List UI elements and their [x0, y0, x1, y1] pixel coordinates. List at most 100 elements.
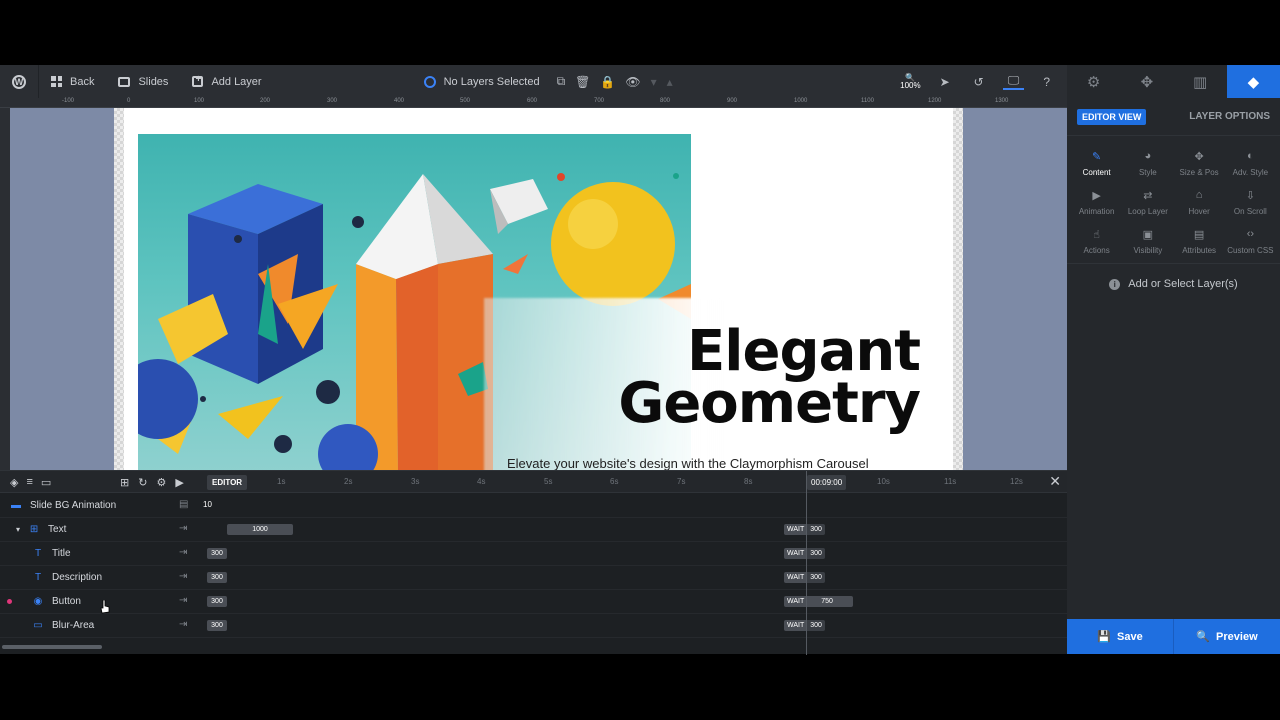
loop-icon[interactable]: ↻	[138, 476, 147, 489]
layers-tab[interactable]: ◆	[1226, 65, 1280, 98]
wordpress-button[interactable]: W	[0, 65, 38, 98]
slider-editor: W Back Slides Add Layer No Layers Select…	[0, 65, 1280, 655]
option-visibility[interactable]: ▣ Visibility	[1122, 228, 1173, 255]
empty-state: i Add or Select Layer(s)	[1067, 264, 1280, 290]
option-attributes[interactable]: ▤ Attributes	[1174, 228, 1225, 255]
add-layer-icon	[192, 74, 204, 87]
end-value: 300	[807, 548, 825, 559]
collapse-icon[interactable]: ⇥	[179, 595, 187, 606]
caret-down-icon[interactable]: ▾	[16, 525, 20, 534]
preview-button[interactable]: 🔍 Preview	[1173, 619, 1280, 654]
document-icon: ▤	[1193, 229, 1205, 241]
layers-icon[interactable]: ◈	[10, 476, 18, 489]
playhead[interactable]	[806, 471, 807, 655]
select-icon[interactable]: ⊞	[120, 476, 129, 489]
slide-tab[interactable]: ▥	[1174, 65, 1227, 98]
option-animation[interactable]: ▶ Animation	[1071, 189, 1122, 216]
option-adv-style[interactable]: ◐ Adv. Style	[1225, 150, 1276, 177]
desktop-icon[interactable]: 🖵	[1002, 73, 1025, 90]
slides-button[interactable]: Slides	[106, 65, 180, 98]
zoom-control[interactable]: 🔍 100%	[900, 73, 920, 90]
layer-row-text[interactable]: ▾ ⊞ Text ⇥ 1000 WAIT 300	[0, 518, 1067, 542]
hand-cursor-icon	[100, 600, 110, 614]
end-frame[interactable]: WAIT 300	[784, 572, 825, 583]
layer-row-description[interactable]: T Description ⇥ 300 WAIT 300	[0, 566, 1067, 590]
settings-tab[interactable]: ⚙	[1067, 65, 1120, 98]
empty-message: Add or Select Layer(s)	[1128, 278, 1238, 290]
layer-row-button[interactable]: ◉ Button ⇥ 300 WAIT 750	[0, 590, 1067, 614]
eye-icon[interactable]: 👁	[620, 75, 645, 89]
ruler-tick: 1300	[995, 98, 1009, 104]
option-on-scroll[interactable]: ⇩ On Scroll	[1225, 189, 1276, 216]
start-frame[interactable]: 300	[207, 596, 227, 607]
bg-row-toggle-icon[interactable]: ▤	[179, 499, 188, 510]
end-frame[interactable]: WAIT 300	[784, 620, 825, 631]
end-frame[interactable]: WAIT 300	[784, 524, 825, 535]
layer-row-title[interactable]: T Title ⇥ 300 WAIT 300	[0, 542, 1067, 566]
option-custom-css[interactable]: ‹› Custom CSS	[1225, 228, 1276, 255]
code-icon: ‹›	[1246, 228, 1255, 240]
search-icon: 🔍	[1196, 631, 1211, 643]
slide-canvas[interactable]: Elegant Geometry Elevate your website's …	[10, 108, 1067, 470]
editor-tag[interactable]: EDITOR	[207, 475, 248, 490]
layer-status: No Layers Selected	[443, 75, 540, 88]
back-button[interactable]: Back	[39, 65, 106, 98]
collapse-icon[interactable]: ⇥	[179, 571, 187, 582]
wait-label: WAIT	[784, 524, 808, 535]
horizontal-scrollbar[interactable]	[2, 645, 102, 649]
save-button[interactable]: 💾 Save	[1067, 619, 1173, 654]
settings-icon[interactable]: ⚙	[156, 476, 166, 489]
bg-animation-row[interactable]: ▬ Slide BG Animation ▤ 10	[0, 494, 1067, 518]
start-frame[interactable]: 300	[207, 572, 227, 583]
ruler-tick: 300	[327, 98, 338, 104]
option-label: Style	[1138, 168, 1157, 177]
slide-description[interactable]: Elevate your website's design with the C…	[507, 456, 869, 470]
layer-selector[interactable]: No Layers Selected	[412, 65, 552, 98]
option-content[interactable]: ✎ Content	[1071, 150, 1122, 177]
collapse-icon[interactable]: ⇥	[179, 619, 187, 630]
start-frame[interactable]: 300	[207, 548, 227, 559]
option-hover[interactable]: ⌂ Hover	[1174, 189, 1225, 216]
slides-label: Slides	[138, 75, 169, 88]
layer-options-panel: EDITOR VIEW LAYER OPTIONS ✎ Content ◕ Style…	[1067, 98, 1280, 654]
end-frame[interactable]: WAIT 300	[784, 548, 825, 559]
layer-options-title: LAYER OPTIONS	[1189, 111, 1270, 122]
pencil-icon: ✎	[1092, 151, 1102, 163]
layer-row-blur-area[interactable]: ▭ Blur-Area ⇥ 300 WAIT 300	[0, 614, 1067, 638]
ruler-tick: 100	[194, 98, 205, 104]
slide-headline[interactable]: Elegant Geometry	[618, 324, 921, 432]
chevron-down-icon[interactable]: ▾	[646, 75, 662, 89]
option-actions[interactable]: ☝ Actions	[1071, 228, 1122, 255]
lock-icon[interactable]: 🔒	[595, 75, 620, 89]
second-tick: 4s	[477, 477, 486, 486]
close-icon[interactable]: ✕	[1049, 473, 1061, 490]
collapse-icon[interactable]: ⇥	[179, 523, 187, 534]
start-frame[interactable]: 1000	[227, 524, 293, 535]
end-frame[interactable]: WAIT 750	[784, 596, 853, 607]
undo-icon[interactable]: ↺	[969, 75, 989, 89]
navigation-tab[interactable]: ✥	[1120, 65, 1173, 98]
play-icon[interactable]: ▶	[175, 476, 183, 489]
menu-icon[interactable]: ≡	[26, 476, 32, 489]
second-tick: 8s	[744, 477, 753, 486]
current-time[interactable]: 00:09:00	[807, 475, 847, 490]
option-loop-layer[interactable]: ⇄ Loop Layer	[1122, 189, 1173, 216]
collapse-icon[interactable]: ⇥	[179, 547, 187, 558]
ruler-tick: 1200	[928, 98, 942, 104]
layer-type-icon: T	[34, 572, 42, 583]
start-frame[interactable]: 300	[207, 620, 227, 631]
second-tick: 6s	[610, 477, 619, 486]
duplicate-icon[interactable]: ⧉	[552, 74, 571, 89]
delete-icon[interactable]: 🗑	[570, 75, 595, 89]
editor-view-badge[interactable]: EDITOR VIEW	[1077, 108, 1147, 125]
horizontal-ruler: -100 0 100 200 300 400 500 600 700 800 900 1000 1100…	[0, 98, 1067, 108]
help-icon[interactable]: ?	[1038, 75, 1055, 89]
option-size-pos[interactable]: ✥ Size & Pos	[1174, 150, 1225, 177]
slide[interactable]: Elegant Geometry Elevate your website's …	[124, 108, 953, 470]
folder-icon[interactable]: ▭	[41, 476, 51, 489]
bg-row-label: Slide BG Animation	[30, 500, 117, 511]
option-style[interactable]: ◕ Style	[1122, 150, 1173, 177]
cursor-icon[interactable]: ➤	[935, 75, 955, 89]
add-layer-button[interactable]: Add Layer	[180, 65, 273, 98]
chevron-up-icon[interactable]: ▴	[662, 75, 678, 89]
